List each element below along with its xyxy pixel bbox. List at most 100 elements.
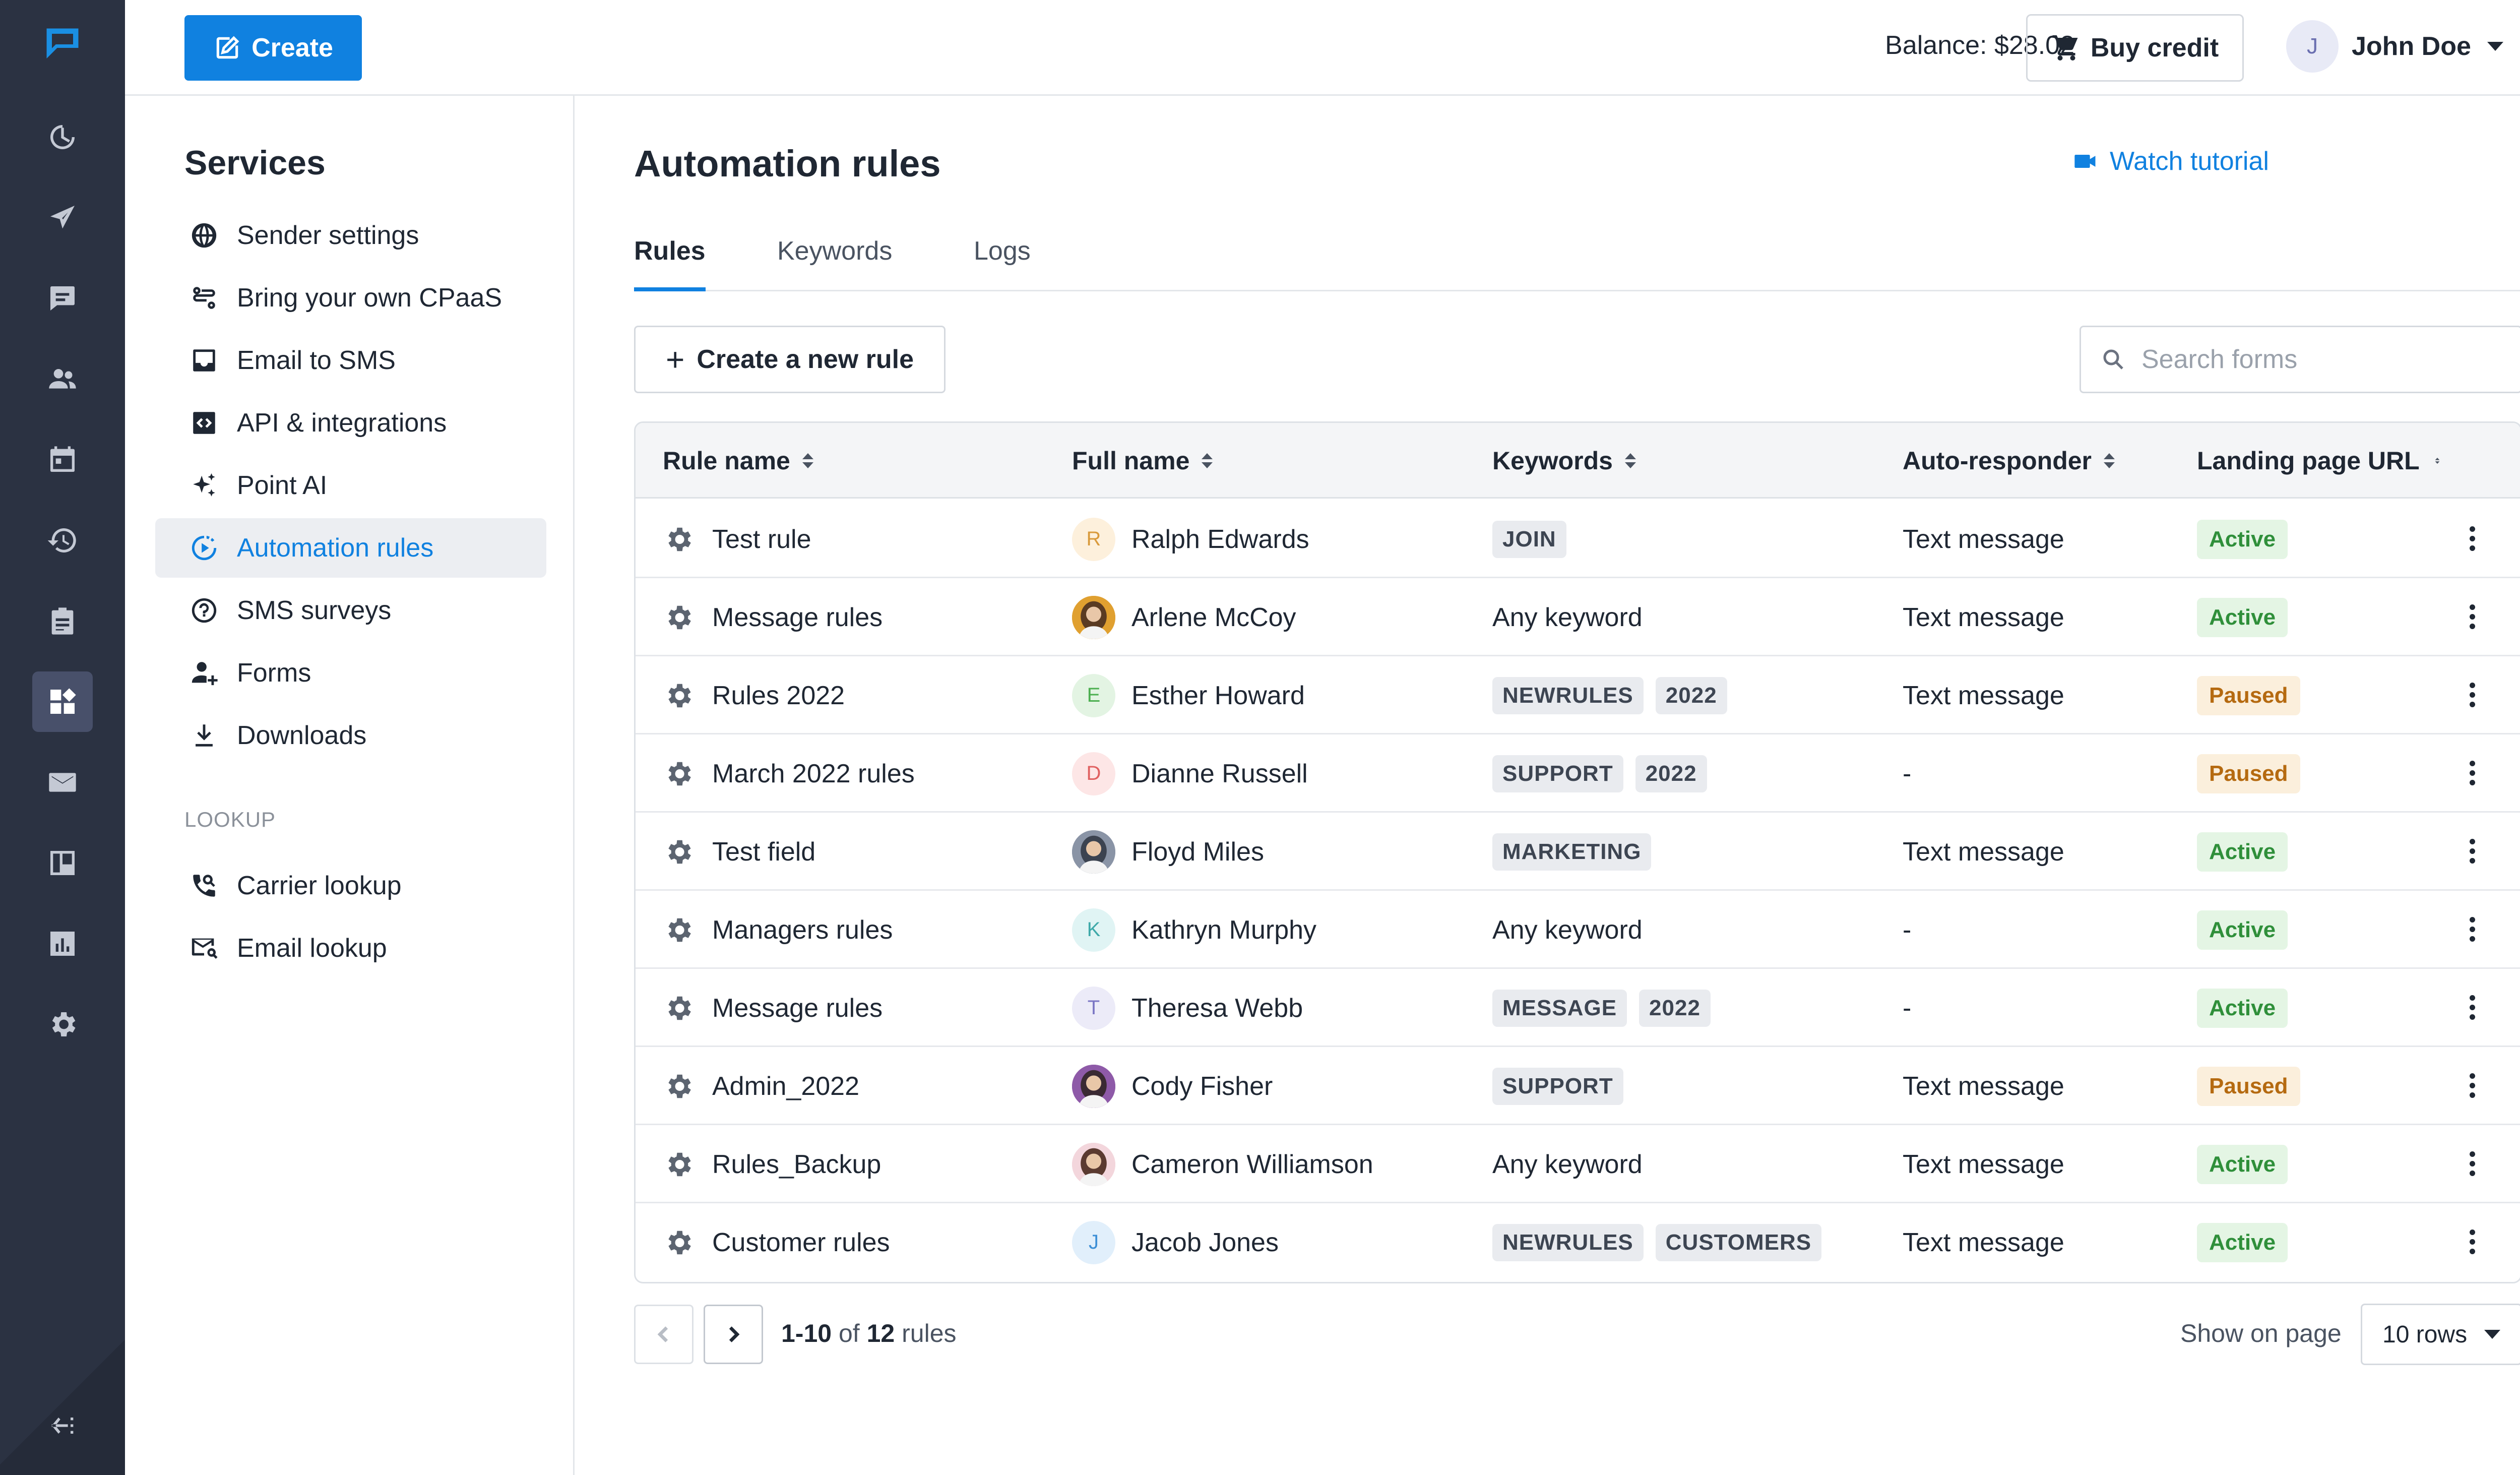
landing-page-cell: Active — [2197, 500, 2288, 578]
table-row[interactable]: Managers rules K Kathryn Murphy Any keyword… — [636, 891, 2520, 969]
rule-name[interactable]: March 2022 rules — [712, 759, 915, 789]
user-menu[interactable]: J John Doe — [2286, 20, 2503, 73]
column-header-landing-page-url[interactable]: Landing page URL — [2197, 423, 2443, 499]
status-badge: Paused — [2197, 675, 2300, 715]
table-row[interactable]: March 2022 rules D Dianne Russell SUPPORT 20… — [636, 734, 2520, 813]
search-box[interactable] — [2080, 326, 2520, 393]
calendar-icon[interactable] — [32, 429, 93, 490]
rule-name[interactable]: Test field — [712, 837, 815, 867]
column-header-auto-responder[interactable]: Auto-responder — [1903, 423, 2115, 499]
tab-keywords[interactable]: Keywords — [777, 229, 892, 291]
more-options-icon[interactable] — [2470, 917, 2475, 942]
sidebar-item-sms-surveys[interactable]: SMS surveys — [155, 581, 546, 640]
more-options-icon[interactable] — [2470, 1230, 2475, 1254]
collapse-icon[interactable] — [32, 1395, 93, 1456]
rule-name[interactable]: Managers rules — [712, 915, 893, 945]
rules-table: Rule name Full name Keywords Auto-respon… — [634, 421, 2520, 1283]
auto-responder: - — [1903, 759, 1912, 788]
logo-icon[interactable] — [32, 14, 93, 75]
keyword-chip: 2022 — [1639, 989, 1711, 1027]
rule-name[interactable]: Rules_Backup — [712, 1149, 881, 1180]
rows-per-page-select[interactable]: 10 rows — [2361, 1304, 2520, 1365]
rule-name[interactable]: Test rule — [712, 524, 811, 555]
tab-logs[interactable]: Logs — [974, 229, 1031, 291]
gear-icon — [668, 527, 691, 551]
keywords-cell: SUPPORT — [1492, 1047, 1635, 1125]
avatar-photo-icon — [1072, 1064, 1115, 1108]
keywords-cell: MARKETING — [1492, 813, 1663, 891]
sidebar-item-point-ai[interactable]: Point AI — [155, 456, 546, 515]
table-row[interactable]: Test rule R Ralph Edwards JOIN Text message A… — [636, 500, 2520, 578]
board-icon[interactable] — [32, 833, 93, 893]
watch-tutorial-link[interactable]: Watch tutorial — [2072, 146, 2269, 176]
table-row[interactable]: Rules_Backup Cameron Williamson Any keywor… — [636, 1125, 2520, 1203]
create-rule-button[interactable]: + Create a new rule — [634, 326, 946, 393]
contacts-icon[interactable] — [32, 349, 93, 409]
table-row[interactable]: Message rules Arlene McCoy Any keyword Text… — [636, 578, 2520, 656]
keyword-chip: NEWRULES — [1492, 677, 1644, 714]
dashboard-icon[interactable] — [32, 107, 93, 167]
search-input[interactable] — [2141, 344, 2494, 375]
more-options-icon[interactable] — [2470, 995, 2475, 1020]
sidebar-item-api-integrations[interactable]: API & integrations — [155, 393, 546, 453]
full-name: Esther Howard — [1131, 681, 1305, 710]
status-badge: Paused — [2197, 1066, 2300, 1106]
table-row[interactable]: Rules 2022 E Esther Howard NEWRULES 2022 Text… — [636, 656, 2520, 734]
sidebar-item-automation-rules[interactable]: Automation rules — [155, 518, 546, 578]
globe-icon — [192, 223, 217, 248]
table-row[interactable]: Test field Floyd Miles MARKETING Text messa… — [636, 813, 2520, 891]
more-options-icon[interactable] — [2470, 683, 2475, 707]
table-row[interactable]: Admin_2022 Cody Fisher SUPPORT Text message… — [636, 1047, 2520, 1125]
services-icon[interactable] — [32, 671, 93, 732]
rule-name[interactable]: Rules 2022 — [712, 681, 845, 711]
sidebar-item-forms[interactable]: Forms — [155, 643, 546, 703]
clipboard-icon[interactable] — [32, 591, 93, 651]
column-header-full-name[interactable]: Full name — [1072, 423, 1213, 499]
more-options-icon[interactable] — [2470, 1073, 2475, 1098]
mail-icon[interactable] — [32, 752, 93, 813]
more-options-icon[interactable] — [2470, 1151, 2475, 1176]
gear-icon — [668, 918, 691, 942]
create-button[interactable]: Create — [184, 15, 362, 81]
full-name-cell: Cody Fisher — [1072, 1047, 1273, 1125]
rule-name[interactable]: Message rules — [712, 602, 883, 633]
rule-name[interactable]: Customer rules — [712, 1227, 890, 1258]
analytics-icon[interactable] — [32, 913, 93, 974]
keywords-cell: JOIN — [1492, 500, 1579, 578]
send-icon[interactable] — [32, 188, 93, 248]
sidebar-item-sender-settings[interactable]: Sender settings — [155, 206, 546, 265]
sidebar-item-downloads[interactable]: Downloads — [155, 706, 546, 765]
column-header-keywords[interactable]: Keywords — [1492, 423, 1636, 499]
history-icon[interactable] — [32, 510, 93, 571]
chat-icon[interactable] — [32, 268, 93, 329]
sidebar-item-email-to-sms[interactable]: Email to SMS — [155, 331, 546, 390]
sidebar-item-email-lookup[interactable]: Email lookup — [155, 918, 546, 978]
pagination-info: 1-10 of 12 rules — [781, 1319, 957, 1348]
avatar: J — [1072, 1220, 1115, 1264]
tab-rules[interactable]: Rules — [634, 229, 706, 291]
rule-name[interactable]: Message rules — [712, 993, 883, 1023]
keywords-cell: Any keyword — [1492, 578, 1643, 656]
more-options-icon[interactable] — [2470, 761, 2475, 785]
more-options-icon[interactable] — [2470, 839, 2475, 864]
next-page-button[interactable] — [704, 1305, 763, 1364]
table-row[interactable]: Message rules T Theresa Webb MESSAGE 2022 - Ac… — [636, 969, 2520, 1047]
more-options-icon[interactable] — [2470, 526, 2475, 551]
phone-search-icon — [193, 875, 215, 897]
keyword-chip: 2022 — [1635, 755, 1707, 792]
column-header-rule-name[interactable]: Rule name — [663, 423, 813, 499]
table-row[interactable]: Customer rules J Jacob Jones NEWRULES CUSTOM… — [636, 1203, 2520, 1281]
settings-icon[interactable] — [32, 994, 93, 1055]
sidebar-item-label: Email to SMS — [237, 346, 396, 375]
sidebar-item-carrier-lookup[interactable]: Carrier lookup — [155, 856, 546, 915]
auto-responder-cell: Text message — [1903, 578, 2064, 656]
sidebar-item-label: Bring your own CPaaS — [237, 283, 502, 313]
edit-icon — [216, 36, 239, 59]
more-options-icon[interactable] — [2470, 604, 2475, 629]
sidebar-item-byo-cpaas[interactable]: Bring your own CPaaS — [155, 268, 546, 328]
any-keyword-text: Any keyword — [1492, 1149, 1643, 1179]
buy-credit-button[interactable]: Buy credit — [2026, 14, 2244, 82]
keywords-cell: MESSAGE 2022 — [1492, 969, 1723, 1047]
rule-name[interactable]: Admin_2022 — [712, 1071, 859, 1101]
previous-page-button[interactable] — [634, 1305, 694, 1364]
